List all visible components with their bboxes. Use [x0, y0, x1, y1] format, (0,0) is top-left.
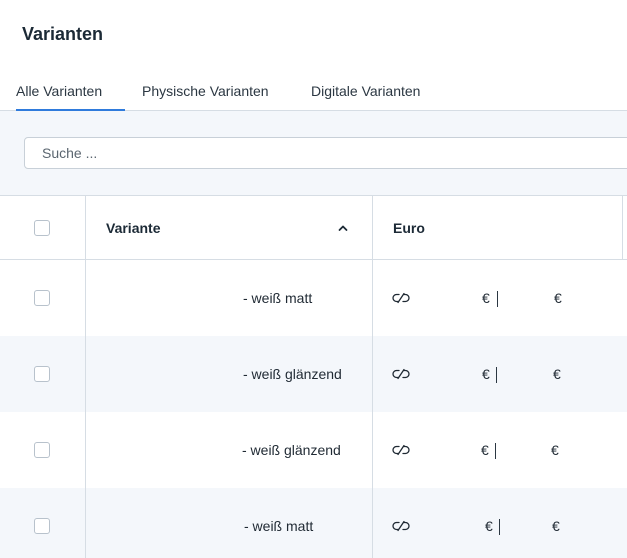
page-title: Varianten	[22, 24, 104, 44]
gross-price-currency: €	[481, 442, 489, 458]
table-header-row: Variante Euro	[0, 196, 627, 260]
tab-label: Digitale Varianten	[311, 83, 421, 99]
variant-name[interactable]: - weiß glänzend	[243, 366, 342, 382]
search-bar	[0, 111, 627, 196]
chevron-up-icon[interactable]	[337, 222, 349, 234]
link-icon[interactable]	[392, 444, 410, 456]
search-input[interactable]	[24, 137, 627, 169]
column-header-euro[interactable]: Euro	[393, 220, 425, 236]
tab-label: Physische Varianten	[142, 83, 269, 99]
tab-digitale-varianten[interactable]: Digitale Varianten	[311, 83, 420, 111]
tab-alle-varianten[interactable]: Alle Varianten	[16, 83, 125, 111]
link-icon[interactable]	[392, 292, 410, 304]
row-checkbox[interactable]	[34, 518, 50, 534]
table-row: - weiß glänzend € €	[0, 412, 627, 488]
price-separator	[495, 443, 496, 459]
gross-price-currency: €	[482, 290, 490, 306]
variant-name[interactable]: - weiß matt	[243, 290, 312, 306]
select-all-checkbox[interactable]	[34, 220, 50, 236]
row-checkbox[interactable]	[34, 366, 50, 382]
table-row: - weiß glänzend € €	[0, 336, 627, 412]
tab-bar: Alle Varianten Physische Varianten Digit…	[0, 78, 627, 111]
tab-physische-varianten[interactable]: Physische Varianten	[142, 83, 269, 111]
gross-price-currency: €	[485, 518, 493, 534]
column-divider	[372, 196, 373, 558]
column-divider	[85, 196, 86, 558]
link-icon[interactable]	[392, 368, 410, 380]
net-price-currency: €	[551, 442, 559, 458]
price-separator	[499, 519, 500, 535]
variant-name[interactable]: - weiß matt	[244, 518, 313, 534]
table-row: - weiß matt € €	[0, 260, 627, 336]
net-price-currency: €	[552, 518, 560, 534]
gross-price-currency: €	[482, 366, 490, 382]
net-price-currency: €	[554, 290, 562, 306]
column-header-variante[interactable]: Variante	[106, 220, 160, 236]
price-separator	[497, 291, 498, 307]
link-icon[interactable]	[392, 520, 410, 532]
price-separator	[496, 367, 497, 383]
tab-label: Alle Varianten	[16, 83, 103, 99]
column-divider	[622, 196, 623, 260]
variant-name[interactable]: - weiß glänzend	[242, 442, 341, 458]
table-row: - weiß matt € €	[0, 488, 627, 558]
row-checkbox[interactable]	[34, 290, 50, 306]
net-price-currency: €	[553, 366, 561, 382]
row-checkbox[interactable]	[34, 442, 50, 458]
